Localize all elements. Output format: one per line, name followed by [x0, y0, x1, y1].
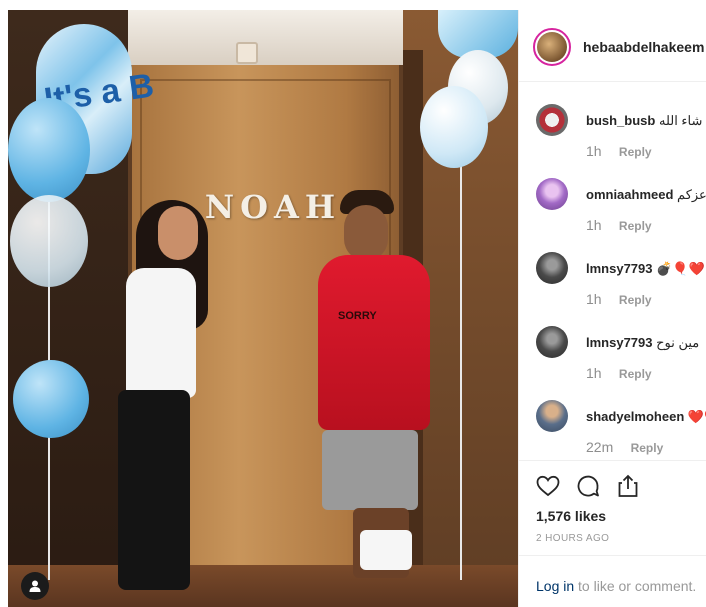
floor	[8, 565, 518, 607]
man-hoodie	[318, 255, 430, 430]
woman-pants	[118, 390, 190, 590]
light-blue-balloon	[420, 86, 488, 168]
post-header: hebaabdelhakeem •	[519, 10, 706, 82]
balloon-string	[460, 160, 462, 580]
likes-count[interactable]: 1,576 likes	[536, 508, 606, 524]
like-button[interactable]	[535, 473, 561, 499]
comment-body: ❤️❤️	[687, 409, 706, 424]
comment-item: omniaahmeed عزكم 1h Reply	[519, 156, 706, 233]
post-sidebar: hebaabdelhakeem • bush_busb ان شاء الله …	[518, 10, 706, 607]
blue-balloon	[13, 360, 89, 438]
share-icon	[618, 474, 638, 497]
share-button[interactable]	[615, 473, 641, 499]
clear-balloon	[10, 195, 88, 287]
comment-avatar[interactable]	[536, 326, 568, 358]
door-name-sign: NOAH	[204, 188, 342, 226]
comment-username[interactable]: shadyelmoheen	[586, 409, 684, 424]
login-row: Log in to like or comment.	[519, 555, 706, 607]
post-photo[interactable]: NOAH It's a B SORRY	[8, 10, 518, 607]
man-shorts	[322, 430, 418, 510]
comment-body: مين نوح	[656, 335, 700, 350]
man-face	[344, 205, 388, 261]
comment-item: lmnsy7793 مين نوح 1h Reply	[519, 304, 706, 381]
login-prompt: Log in to like or comment.	[536, 578, 696, 594]
comment-icon	[577, 475, 599, 497]
comment-body: ان شاء الله	[658, 113, 706, 128]
wall-light	[236, 42, 258, 64]
comment-item: bush_busb ان شاء الله 1h Reply	[519, 82, 706, 159]
comment-text: bush_busb ان شاء الله	[586, 113, 706, 129]
comment-username[interactable]: lmnsy7793	[586, 261, 653, 276]
login-link[interactable]: Log in	[536, 578, 574, 594]
user-icon	[29, 580, 41, 592]
reply-button[interactable]: Reply	[631, 441, 664, 455]
woman-top	[126, 268, 196, 398]
post-timestamp[interactable]: 2 HOURS AGO	[536, 533, 609, 544]
comment-button[interactable]	[575, 473, 601, 499]
comment-avatar[interactable]	[536, 104, 568, 136]
comment-item: lmnsy7793 💣🎈❤️ 1h Reply	[519, 230, 706, 307]
comment-avatar[interactable]	[536, 252, 568, 284]
heart-icon	[536, 475, 560, 497]
ceiling	[128, 10, 403, 65]
user-tags-button[interactable]	[21, 572, 49, 600]
author-username[interactable]: hebaabdelhakeem •	[583, 39, 706, 55]
comment-username[interactable]: bush_busb	[586, 113, 655, 128]
author-avatar[interactable]	[533, 28, 571, 66]
comments-list[interactable]: bush_busb ان شاء الله 1h Reply omniaahme…	[519, 82, 706, 460]
comment-username[interactable]: lmnsy7793	[586, 335, 653, 350]
comment-text: omniaahmeed عزكم	[586, 187, 706, 203]
woman-face	[158, 206, 198, 260]
comment-body: 💣🎈❤️	[656, 261, 705, 276]
comment-text: lmnsy7793 مين نوح	[586, 335, 699, 351]
comment-body: عزكم	[677, 187, 706, 202]
hoodie-text: SORRY	[338, 310, 377, 322]
comment-item: shadyelmoheen ❤️❤️ 22m Reply	[519, 378, 706, 455]
comment-meta: 22m Reply	[586, 439, 663, 455]
comment-text: shadyelmoheen ❤️❤️	[586, 409, 706, 425]
comment-username[interactable]: omniaahmeed	[586, 187, 673, 202]
comment-text: lmnsy7793 💣🎈❤️	[586, 261, 705, 277]
comment-time[interactable]: 22m	[586, 439, 613, 455]
post-actions	[519, 460, 706, 502]
login-prompt-text: to like or comment.	[574, 578, 697, 594]
author-name[interactable]: hebaabdelhakeem	[583, 39, 704, 55]
comment-avatar[interactable]	[536, 400, 568, 432]
man-socks	[360, 530, 412, 570]
blue-balloon	[8, 98, 90, 202]
comment-avatar[interactable]	[536, 178, 568, 210]
